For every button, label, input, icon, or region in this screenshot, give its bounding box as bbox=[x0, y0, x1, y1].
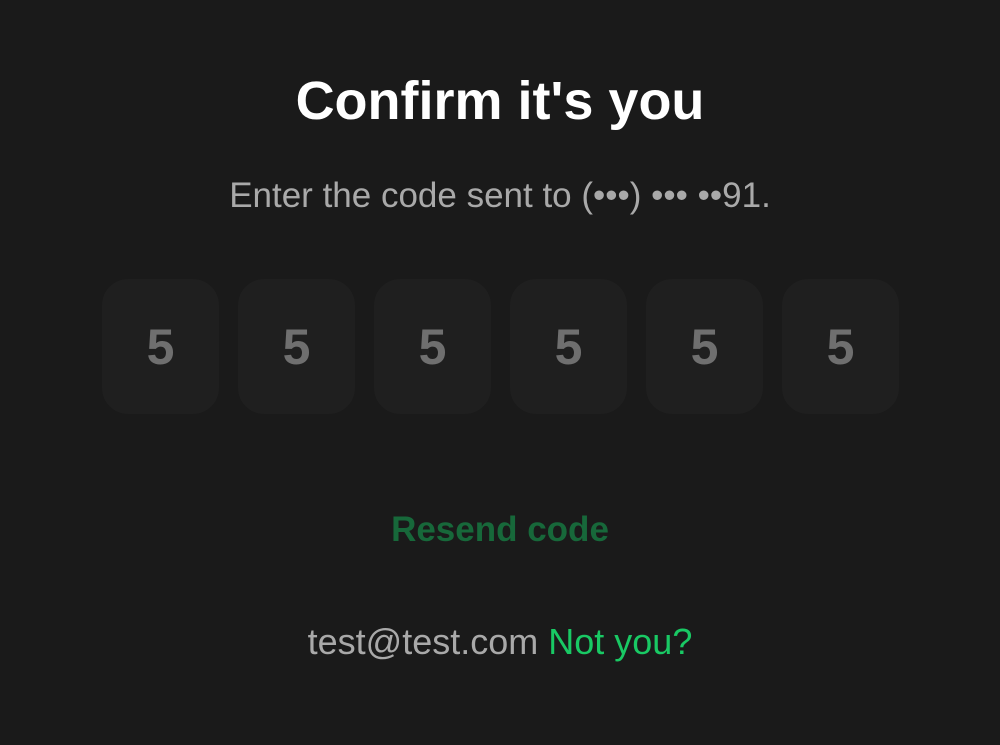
page-title: Confirm it's you bbox=[295, 71, 705, 131]
not-you-link[interactable]: Not you? bbox=[548, 621, 692, 662]
code-digit-6[interactable]: 5 bbox=[782, 279, 899, 414]
resend-code-button[interactable]: Resend code bbox=[0, 508, 1000, 552]
code-digit-1[interactable]: 5 bbox=[102, 279, 219, 414]
code-digit-2[interactable]: 5 bbox=[238, 279, 355, 414]
verification-screen: Confirm it's you Enter the code sent to … bbox=[0, 0, 1000, 745]
code-digit-3[interactable]: 5 bbox=[374, 279, 491, 414]
account-email: test@test.com bbox=[307, 621, 539, 662]
code-input-group: 5 5 5 5 5 5 bbox=[102, 279, 899, 414]
account-row: test@test.com Not you? bbox=[0, 620, 1000, 664]
code-digit-5[interactable]: 5 bbox=[646, 279, 763, 414]
code-digit-4[interactable]: 5 bbox=[510, 279, 627, 414]
code-instructions: Enter the code sent to (•••) ••• ••91. bbox=[229, 176, 771, 215]
